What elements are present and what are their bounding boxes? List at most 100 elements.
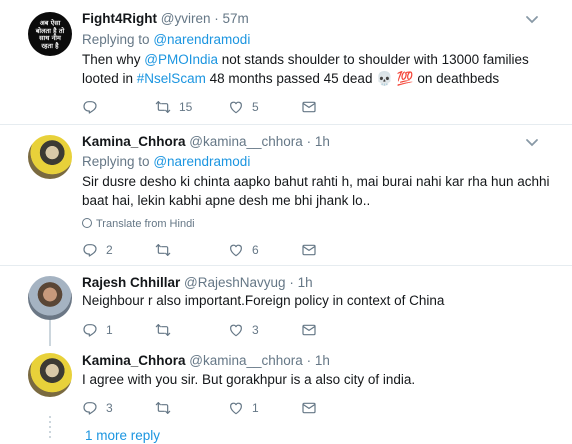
avatar-caption: अब ऐसा बोलता है तो साथ नीम रहता है (35, 19, 65, 50)
tweet-header: Kamina_Chhora @kamina__chhora · 1h (82, 353, 330, 368)
timestamp[interactable]: 1h (315, 134, 330, 149)
retweet-button[interactable] (155, 241, 179, 259)
like-count: 3 (252, 323, 259, 337)
user-handle[interactable]: @kamina__chhora (189, 353, 303, 368)
like-button[interactable]: 5 (228, 98, 259, 116)
tweet-text: Neighbour r also important.Foreign polic… (82, 291, 562, 310)
caret-down-icon[interactable] (525, 15, 539, 25)
retweet-icon (155, 99, 171, 115)
separator-dot: · (214, 11, 219, 26)
tweet-2[interactable]: Kamina_Chhora @kamina__chhora · 1h Reply… (0, 125, 572, 265)
avatar[interactable] (28, 276, 72, 320)
display-name[interactable]: Fight4Right (82, 11, 157, 26)
reply-icon (82, 99, 98, 115)
separator-dot: · (306, 353, 312, 368)
reply-button[interactable]: 1 (82, 321, 113, 339)
user-handle[interactable]: @kamina__chhora (189, 134, 303, 149)
retweet-count: 15 (179, 100, 193, 114)
reply-icon (82, 322, 98, 338)
user-handle[interactable]: @RajeshNavyug (184, 275, 286, 290)
direct-message-icon (301, 242, 317, 258)
like-icon (228, 322, 244, 338)
like-icon (228, 400, 244, 416)
retweet-icon (155, 322, 171, 338)
direct-message-button[interactable] (301, 98, 317, 116)
retweet-button[interactable] (155, 399, 179, 417)
tweet-actions: 3 1 (82, 399, 382, 417)
tweet-header: Kamina_Chhora @kamina__chhora · 1h (82, 134, 330, 149)
text-segment: looted in (82, 71, 137, 86)
replying-to-mention[interactable]: @narendramodi (153, 32, 250, 47)
reply-icon (82, 400, 98, 416)
avatar[interactable] (28, 353, 72, 397)
tweet-1[interactable]: अब ऐसा बोलता है तो साथ नीम रहता है Fight… (0, 0, 572, 124)
like-icon (228, 242, 244, 258)
tweet-text: Then why @PMOIndia not stands shoulder t… (82, 50, 552, 88)
like-count: 6 (252, 243, 259, 257)
hashtag-link[interactable]: #NselScam (137, 71, 206, 86)
mention-link[interactable]: @PMOIndia (144, 52, 218, 67)
caret-down-icon[interactable] (525, 138, 539, 148)
reply-count: 2 (106, 243, 113, 257)
reply-button[interactable]: 3 (82, 399, 113, 417)
replying-to-label: Replying to (82, 154, 150, 169)
direct-message-button[interactable] (301, 241, 317, 259)
text-segment: 48 months passed 45 dead 💀 💯 on deathbed… (205, 71, 500, 86)
thread-dots (49, 416, 51, 441)
tweet-header: Rajesh Chhillar @RajeshNavyug · 1h (82, 275, 313, 290)
reply-button[interactable]: 2 (82, 241, 113, 259)
tweet-actions: 15 5 (82, 98, 382, 116)
tweet-header: Fight4Right @yviren · 57m (82, 11, 249, 26)
text-line: I agree with you sir. But gorakhpur is a… (82, 372, 416, 387)
text-segment: not stands shoulder to shoulder with 130… (218, 52, 529, 67)
like-button[interactable]: 3 (228, 321, 259, 339)
direct-message-icon (301, 400, 317, 416)
text-line: baat hai, lekin kabhi apne desh me bhi j… (82, 193, 371, 208)
tweet-text: Sir dusre desho ki chinta aapko bahut ra… (82, 172, 562, 210)
reply-count: 1 (106, 323, 113, 337)
reply-button[interactable] (82, 98, 106, 116)
avatar[interactable] (28, 135, 72, 179)
retweet-button[interactable]: 15 (155, 98, 192, 116)
user-handle[interactable]: @yviren (161, 11, 211, 26)
timestamp[interactable]: 57m (223, 11, 249, 26)
display-name[interactable]: Kamina_Chhora (82, 353, 186, 368)
direct-message-button[interactable] (301, 321, 317, 339)
tweet-actions: 2 6 (82, 241, 382, 259)
avatar[interactable]: अब ऐसा बोलता है तो साथ नीम रहता है (28, 12, 72, 56)
more-replies-link[interactable]: 1 more reply (85, 428, 160, 443)
tweet-actions: 1 3 (82, 321, 382, 339)
like-icon (228, 99, 244, 115)
separator-dot: · (289, 275, 294, 290)
timestamp[interactable]: 1h (315, 353, 330, 368)
tweet-text: I agree with you sir. But gorakhpur is a… (82, 370, 562, 389)
text-line: Sir dusre desho ki chinta aapko bahut ra… (82, 174, 550, 189)
timestamp[interactable]: 1h (298, 275, 313, 290)
text-line: Neighbour r also important.Foreign polic… (82, 293, 445, 308)
replying-to-mention[interactable]: @narendramodi (153, 154, 250, 169)
replying-to: Replying to @narendramodi (82, 32, 250, 47)
direct-message-icon (301, 99, 317, 115)
text-segment: Then why (82, 52, 145, 67)
separator-dot: · (306, 134, 312, 149)
like-count: 5 (252, 100, 259, 114)
reply-icon (82, 242, 98, 258)
translate-label: Translate from Hindi (96, 218, 195, 230)
replying-to-label: Replying to (82, 32, 150, 47)
display-name[interactable]: Kamina_Chhora (82, 134, 186, 149)
reply-count: 3 (106, 401, 113, 415)
tweet-4[interactable]: Kamina_Chhora @kamina__chhora · 1h I agr… (0, 346, 572, 426)
direct-message-icon (301, 322, 317, 338)
replying-to: Replying to @narendramodi (82, 154, 250, 169)
retweet-icon (155, 242, 171, 258)
like-count: 1 (252, 401, 259, 415)
retweet-icon (155, 400, 171, 416)
retweet-button[interactable] (155, 321, 179, 339)
translate-link[interactable]: Translate from Hindi (82, 218, 195, 230)
display-name[interactable]: Rajesh Chhillar (82, 275, 180, 290)
like-button[interactable]: 1 (228, 399, 259, 417)
tweet-3[interactable]: Rajesh Chhillar @RajeshNavyug · 1h Neigh… (0, 266, 572, 346)
globe-icon (82, 218, 92, 228)
direct-message-button[interactable] (301, 399, 317, 417)
like-button[interactable]: 6 (228, 241, 259, 259)
